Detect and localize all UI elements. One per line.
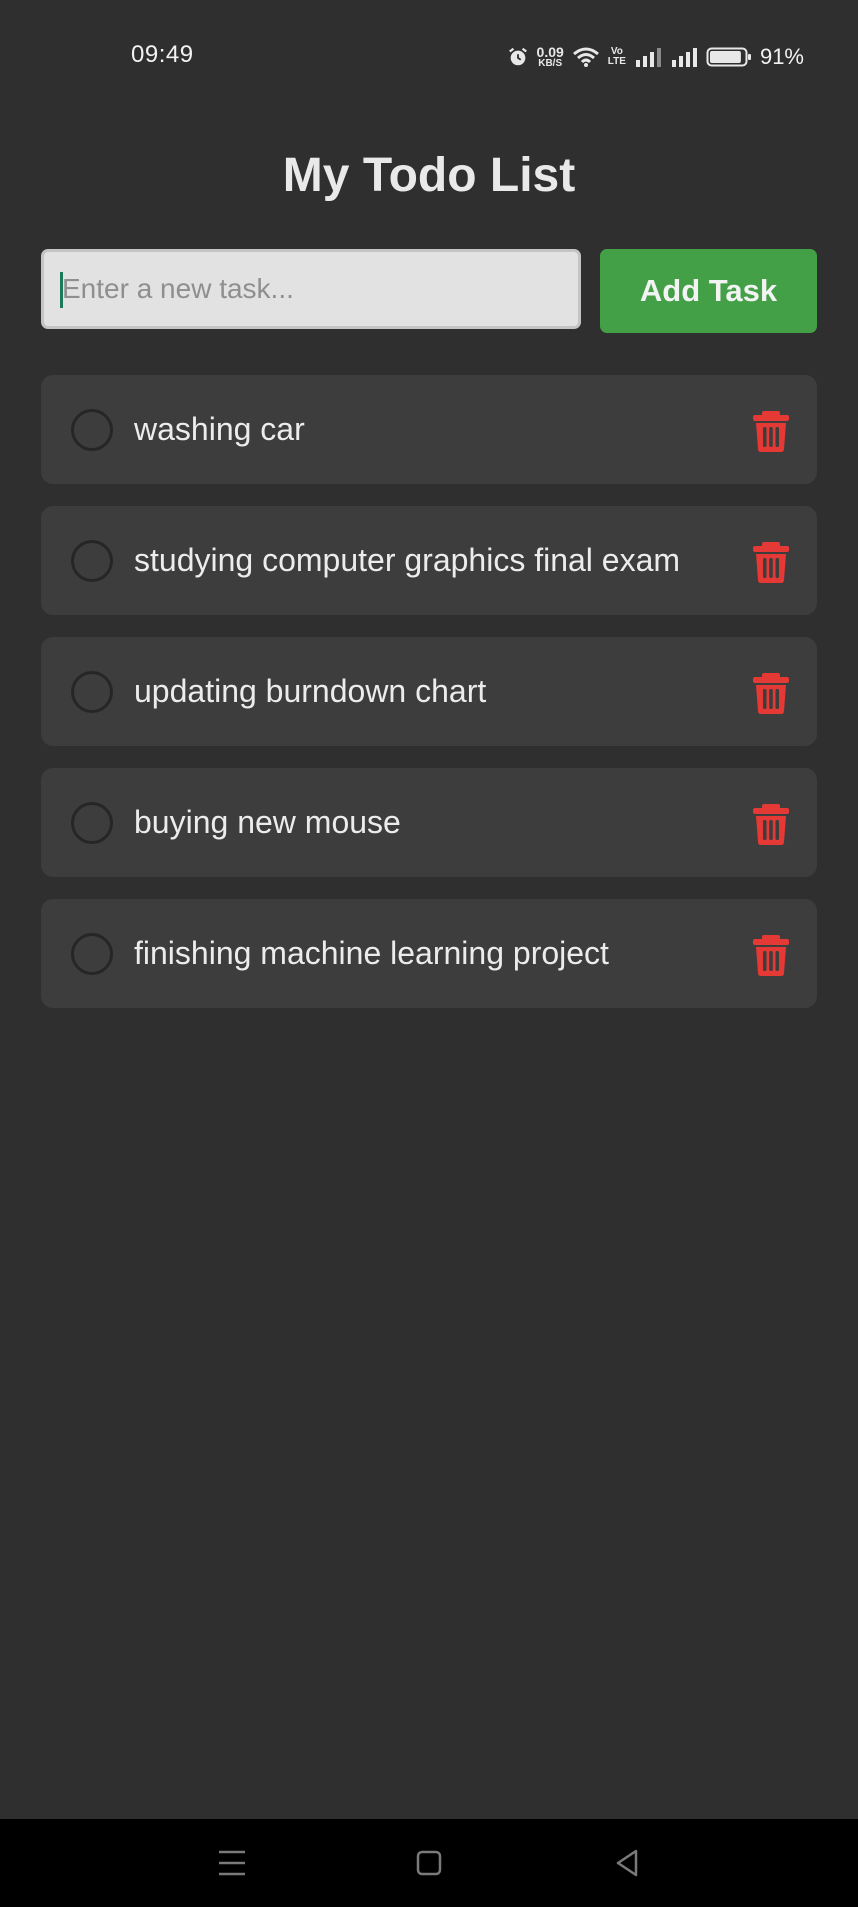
task-checkbox-icon[interactable] <box>71 409 113 451</box>
trash-icon[interactable] <box>749 671 793 715</box>
task-text[interactable]: updating burndown chart <box>134 637 486 746</box>
alarm-icon <box>508 47 527 66</box>
volte-bottom: LTE <box>607 56 626 67</box>
network-speed-unit: KB/S <box>538 58 563 69</box>
signal-icon-1 <box>635 48 661 67</box>
network-speed-value: 0.09 <box>536 44 564 60</box>
task-checkbox-icon[interactable] <box>71 933 113 975</box>
status-icons: 0.09 KB/S Vo LTE 91% <box>507 42 804 72</box>
battery-percent: 91% <box>759 44 804 69</box>
system-nav-bar <box>0 1819 858 1907</box>
task-item-5: finishing machine learning project <box>41 899 817 1008</box>
battery-icon <box>706 47 751 67</box>
task-item-3: updating burndown chart <box>41 637 817 746</box>
trash-icon[interactable] <box>749 802 793 846</box>
text-caret <box>60 272 63 308</box>
task-text[interactable]: buying new mouse <box>134 768 401 877</box>
task-text[interactable]: studying computer graphics final exam <box>134 506 680 615</box>
task-list: washing car studying computer graphics f… <box>41 375 817 1030</box>
page-title: My Todo List <box>282 149 576 202</box>
signal-icon-2 <box>671 48 697 67</box>
task-item-1: washing car <box>41 375 817 484</box>
task-text[interactable]: finishing machine learning project <box>134 899 609 1008</box>
task-checkbox-icon[interactable] <box>71 671 113 713</box>
network-speed: 0.09 KB/S <box>537 45 564 69</box>
volte-indicator: Vo LTE <box>608 47 626 67</box>
task-checkbox-icon[interactable] <box>71 802 113 844</box>
task-item-2: studying computer graphics final exam <box>41 506 817 615</box>
trash-icon[interactable] <box>749 540 793 584</box>
trash-icon[interactable] <box>749 409 793 453</box>
task-text[interactable]: washing car <box>134 375 305 484</box>
back-triangle-icon[interactable] <box>607 1843 647 1883</box>
new-task-input[interactable] <box>41 249 581 329</box>
add-task-button[interactable]: Add Task <box>600 249 817 333</box>
status-bar: 09:49 0.09 KB/S Vo LTE 91% <box>0 0 858 110</box>
task-checkbox-icon[interactable] <box>71 540 113 582</box>
status-time: 09:49 <box>131 41 194 68</box>
task-item-4: buying new mouse <box>41 768 817 877</box>
home-square-icon[interactable] <box>409 1843 449 1883</box>
menu-icon[interactable] <box>212 1843 252 1883</box>
trash-icon[interactable] <box>749 933 793 977</box>
wifi-icon <box>572 47 599 67</box>
